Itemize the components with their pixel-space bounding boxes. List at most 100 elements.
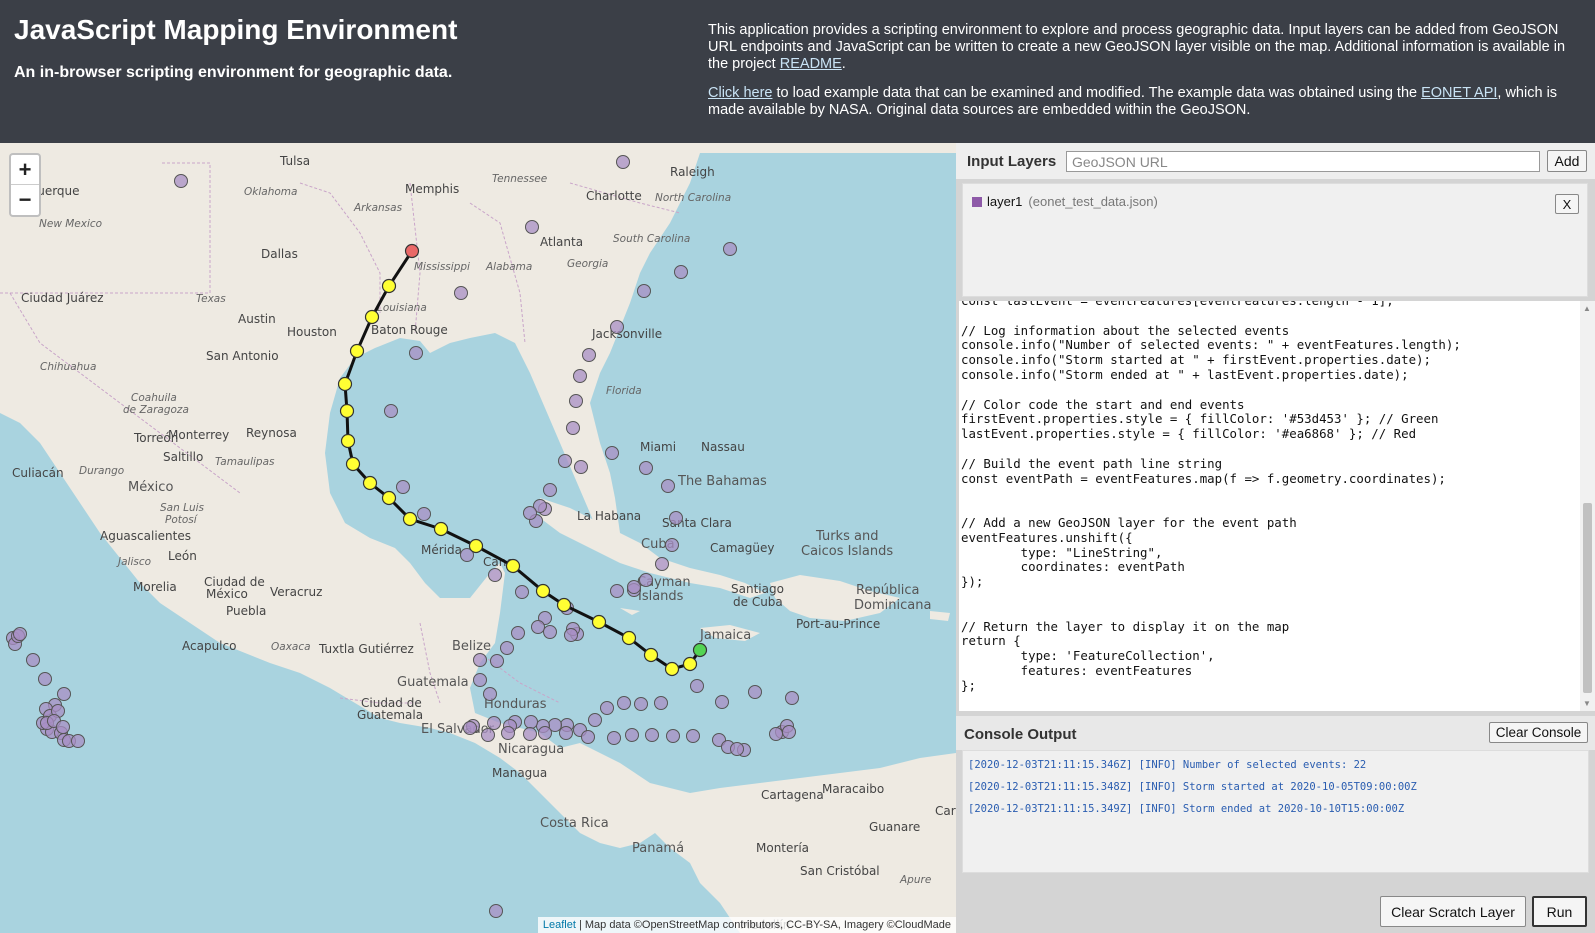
- event-marker[interactable]: [655, 557, 669, 571]
- code-editor[interactable]: const lastEvent = eventFeatures[eventFea…: [959, 301, 1580, 711]
- event-marker[interactable]: [785, 691, 799, 705]
- event-marker[interactable]: [625, 728, 639, 742]
- event-marker[interactable]: [489, 904, 503, 918]
- storm-point[interactable]: [337, 376, 353, 392]
- event-marker[interactable]: [617, 696, 631, 710]
- storm-point[interactable]: [381, 278, 397, 294]
- event-marker[interactable]: [600, 701, 614, 715]
- event-marker[interactable]: [582, 348, 596, 362]
- event-marker[interactable]: [409, 346, 423, 360]
- event-marker[interactable]: [525, 220, 539, 234]
- event-marker[interactable]: [524, 715, 538, 729]
- event-marker[interactable]: [564, 628, 578, 642]
- event-marker[interactable]: [558, 454, 572, 468]
- storm-point[interactable]: [345, 456, 361, 472]
- event-marker[interactable]: [588, 713, 602, 727]
- geojson-url-input[interactable]: [1066, 151, 1540, 172]
- event-marker[interactable]: [26, 653, 40, 667]
- event-marker[interactable]: [610, 584, 624, 598]
- event-marker[interactable]: [645, 728, 659, 742]
- storm-point[interactable]: [621, 630, 637, 646]
- event-marker[interactable]: [666, 729, 680, 743]
- storm-point[interactable]: [682, 656, 698, 672]
- event-marker[interactable]: [569, 394, 583, 408]
- storm-point[interactable]: [339, 403, 355, 419]
- event-marker[interactable]: [690, 679, 704, 693]
- event-marker[interactable]: [573, 369, 587, 383]
- storm-point[interactable]: [381, 490, 397, 506]
- remove-layer-button[interactable]: X: [1555, 194, 1579, 214]
- event-marker[interactable]: [782, 725, 796, 739]
- storm-point[interactable]: [402, 511, 418, 527]
- storm-point[interactable]: [433, 521, 449, 537]
- event-marker[interactable]: [748, 685, 762, 699]
- map-canvas[interactable]: TulsaMemphisRaleighCharlotteuquerque Okla…: [0, 143, 956, 933]
- scrollbar-thumb[interactable]: [1583, 503, 1592, 693]
- event-marker[interactable]: [715, 695, 729, 709]
- load-example-link[interactable]: Click here: [708, 85, 772, 101]
- event-marker[interactable]: [417, 507, 431, 521]
- event-marker[interactable]: [686, 729, 700, 743]
- event-marker[interactable]: [488, 568, 502, 582]
- event-marker[interactable]: [57, 687, 71, 701]
- event-marker[interactable]: [607, 731, 621, 745]
- storm-point[interactable]: [591, 614, 607, 630]
- event-marker[interactable]: [654, 696, 668, 710]
- event-marker[interactable]: [473, 653, 487, 667]
- event-marker[interactable]: [396, 480, 410, 494]
- event-marker[interactable]: [634, 697, 648, 711]
- event-marker[interactable]: [543, 625, 557, 639]
- zoom-out-button[interactable]: −: [11, 185, 39, 215]
- event-marker[interactable]: [71, 734, 85, 748]
- storm-point[interactable]: [364, 309, 380, 325]
- storm-point[interactable]: [340, 433, 356, 449]
- event-marker[interactable]: [13, 627, 27, 641]
- event-marker[interactable]: [490, 654, 504, 668]
- event-marker[interactable]: [639, 461, 653, 475]
- event-marker[interactable]: [543, 483, 557, 497]
- event-marker[interactable]: [531, 620, 545, 634]
- storm-point[interactable]: [468, 538, 484, 554]
- scroll-up-arrow-icon[interactable]: ▲: [1583, 304, 1591, 313]
- storm-point[interactable]: [362, 475, 378, 491]
- clear-console-button[interactable]: Clear Console: [1489, 722, 1588, 743]
- event-marker[interactable]: [481, 728, 495, 742]
- event-marker[interactable]: [501, 726, 515, 740]
- event-marker[interactable]: [174, 174, 188, 188]
- event-marker[interactable]: [454, 286, 468, 300]
- event-marker[interactable]: [463, 721, 477, 735]
- code-text[interactable]: const lastEvent = eventFeatures[eventFea…: [961, 301, 1461, 694]
- layer-item[interactable]: layer1 (eonet_test_data.json): [972, 194, 1158, 209]
- editor-scrollbar[interactable]: ▲ ▼: [1580, 301, 1595, 711]
- event-marker[interactable]: [769, 727, 783, 741]
- event-marker[interactable]: [723, 242, 737, 256]
- add-layer-button[interactable]: Add: [1547, 150, 1587, 172]
- event-marker[interactable]: [559, 726, 573, 740]
- event-marker[interactable]: [574, 460, 588, 474]
- leaflet-link[interactable]: Leaflet: [543, 919, 576, 931]
- event-marker[interactable]: [661, 479, 675, 493]
- event-marker[interactable]: [523, 506, 537, 520]
- zoom-in-button[interactable]: +: [11, 155, 39, 185]
- storm-end-point[interactable]: [404, 243, 420, 259]
- event-marker[interactable]: [473, 673, 487, 687]
- event-marker[interactable]: [669, 511, 683, 525]
- storm-point[interactable]: [556, 597, 572, 613]
- map-view[interactable]: Tulsa Memphis Raleigh Charlotte uquerque Okla…: [0, 143, 956, 933]
- storm-point[interactable]: [349, 343, 365, 359]
- storm-point[interactable]: [535, 583, 551, 599]
- run-button[interactable]: Run: [1532, 896, 1587, 927]
- event-marker[interactable]: [581, 730, 595, 744]
- event-marker[interactable]: [38, 672, 52, 686]
- event-marker[interactable]: [637, 284, 651, 298]
- event-marker[interactable]: [523, 727, 537, 741]
- clear-scratch-layer-button[interactable]: Clear Scratch Layer: [1380, 896, 1526, 927]
- event-marker[interactable]: [515, 585, 529, 599]
- event-marker[interactable]: [639, 573, 653, 587]
- eonet-api-link[interactable]: EONET API: [1421, 85, 1497, 101]
- event-marker[interactable]: [665, 538, 679, 552]
- event-marker[interactable]: [627, 580, 641, 594]
- event-marker[interactable]: [500, 641, 514, 655]
- event-marker[interactable]: [538, 726, 552, 740]
- event-marker[interactable]: [566, 421, 580, 435]
